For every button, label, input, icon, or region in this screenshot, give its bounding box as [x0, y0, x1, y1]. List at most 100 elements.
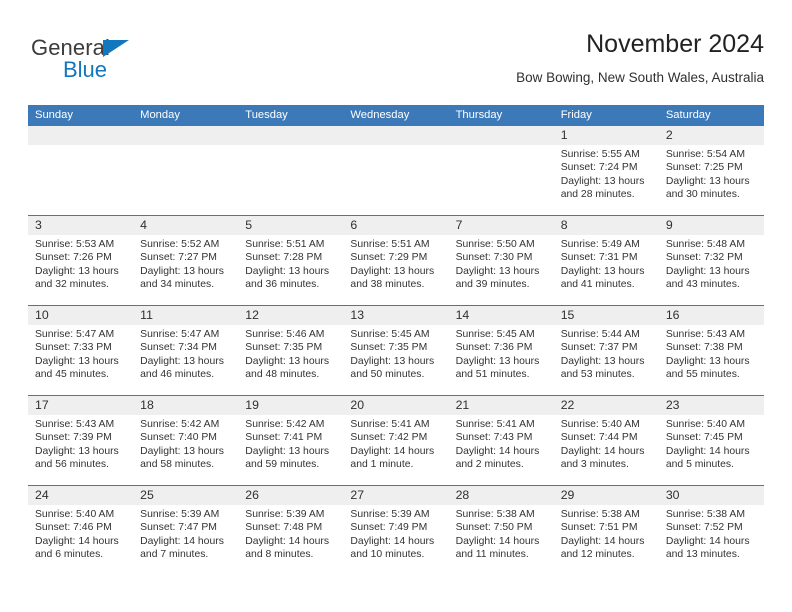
day-cell[interactable]: 7 Sunrise: 5:50 AM Sunset: 7:30 PM Dayli…: [449, 216, 554, 305]
weekday-monday: Monday: [140, 109, 180, 121]
calendar-week-row: 17 Sunrise: 5:43 AM Sunset: 7:39 PM Dayl…: [28, 395, 764, 485]
day-cell[interactable]: 25 Sunrise: 5:39 AM Sunset: 7:47 PM Dayl…: [133, 486, 238, 575]
sunrise-text: Sunrise: 5:49 AM: [560, 239, 640, 250]
page-header: General Blue November 2024 Bow Bowing, N…: [28, 28, 764, 96]
day-cell[interactable]: 19 Sunrise: 5:42 AM Sunset: 7:41 PM Dayl…: [238, 396, 343, 485]
day-cell[interactable]: [449, 126, 554, 215]
general-blue-logo[interactable]: General Blue: [31, 35, 191, 93]
sunset-text: Sunset: 7:48 PM: [245, 522, 323, 534]
day-cell[interactable]: 9 Sunrise: 5:48 AM Sunset: 7:32 PM Dayli…: [659, 216, 764, 305]
day-cell[interactable]: 29 Sunrise: 5:38 AM Sunset: 7:51 PM Dayl…: [554, 486, 659, 575]
day-cell[interactable]: [238, 126, 343, 215]
day-number: 15: [560, 308, 575, 322]
daylight-text: Daylight: 13 hours and 32 minutes.: [35, 265, 119, 291]
day-cell[interactable]: 2 Sunrise: 5:54 AM Sunset: 7:25 PM Dayli…: [659, 126, 764, 215]
day-number: 28: [455, 488, 470, 502]
day-number: 9: [665, 218, 673, 232]
day-details: Sunrise: 5:40 AM Sunset: 7:46 PM Dayligh…: [35, 508, 126, 562]
daylight-text: Daylight: 14 hours and 2 minutes.: [455, 445, 540, 471]
sunrise-text: Sunrise: 5:39 AM: [140, 509, 220, 520]
day-details: Sunrise: 5:51 AM Sunset: 7:28 PM Dayligh…: [245, 238, 336, 292]
day-cell[interactable]: 17 Sunrise: 5:43 AM Sunset: 7:39 PM Dayl…: [28, 396, 133, 485]
title-block: November 2024 Bow Bowing, New South Wale…: [516, 28, 764, 88]
day-cell[interactable]: 22 Sunrise: 5:40 AM Sunset: 7:44 PM Dayl…: [554, 396, 659, 485]
day-cell[interactable]: 26 Sunrise: 5:39 AM Sunset: 7:48 PM Dayl…: [238, 486, 343, 575]
day-cell[interactable]: 30 Sunrise: 5:38 AM Sunset: 7:52 PM Dayl…: [659, 486, 764, 575]
sunset-text: Sunset: 7:49 PM: [350, 522, 428, 534]
day-number: 26: [245, 488, 259, 502]
day-number: 18: [140, 398, 154, 412]
day-cell[interactable]: 13 Sunrise: 5:45 AM Sunset: 7:35 PM Dayl…: [343, 306, 448, 395]
logo-triangle-icon: [103, 40, 129, 57]
day-details: Sunrise: 5:39 AM Sunset: 7:48 PM Dayligh…: [245, 508, 336, 562]
daylight-text: Daylight: 14 hours and 3 minutes.: [560, 445, 645, 471]
day-number: 27: [350, 488, 365, 502]
day-cell[interactable]: 23 Sunrise: 5:40 AM Sunset: 7:45 PM Dayl…: [659, 396, 764, 485]
day-number: 22: [560, 398, 575, 412]
day-details: Sunrise: 5:53 AM Sunset: 7:26 PM Dayligh…: [35, 238, 126, 292]
sunrise-text: Sunrise: 5:45 AM: [455, 329, 535, 340]
day-number: 14: [455, 308, 470, 322]
sunset-text: Sunset: 7:26 PM: [35, 252, 112, 264]
sunset-text: Sunset: 7:36 PM: [455, 342, 533, 354]
sunset-text: Sunset: 7:39 PM: [35, 432, 112, 444]
day-cell[interactable]: 4 Sunrise: 5:52 AM Sunset: 7:27 PM Dayli…: [133, 216, 238, 305]
weekday-sunday: Sunday: [35, 109, 73, 121]
daylight-text: Daylight: 13 hours and 53 minutes.: [560, 355, 645, 381]
daylight-text: Daylight: 14 hours and 11 minutes.: [455, 535, 540, 561]
weekday-tuesday: Tuesday: [245, 109, 288, 121]
day-cell[interactable]: 10 Sunrise: 5:47 AM Sunset: 7:33 PM Dayl…: [28, 306, 133, 395]
day-details: Sunrise: 5:41 AM Sunset: 7:42 PM Dayligh…: [350, 418, 441, 472]
day-cell[interactable]: 18 Sunrise: 5:42 AM Sunset: 7:40 PM Dayl…: [133, 396, 238, 485]
day-cell[interactable]: 3 Sunrise: 5:53 AM Sunset: 7:26 PM Dayli…: [28, 216, 133, 305]
day-number: 7: [455, 218, 463, 232]
sunrise-text: Sunrise: 5:38 AM: [455, 509, 535, 520]
day-cell[interactable]: 1 Sunrise: 5:55 AM Sunset: 7:24 PM Dayli…: [554, 126, 659, 215]
day-cell[interactable]: 11 Sunrise: 5:47 AM Sunset: 7:34 PM Dayl…: [133, 306, 238, 395]
sunrise-text: Sunrise: 5:39 AM: [245, 509, 325, 520]
sunrise-text: Sunrise: 5:54 AM: [665, 149, 745, 160]
calendar-week-row: 24 Sunrise: 5:40 AM Sunset: 7:46 PM Dayl…: [28, 485, 764, 575]
sunset-text: Sunset: 7:43 PM: [455, 432, 533, 444]
day-cell[interactable]: 8 Sunrise: 5:49 AM Sunset: 7:31 PM Dayli…: [554, 216, 659, 305]
sunrise-text: Sunrise: 5:43 AM: [35, 419, 115, 430]
day-details: Sunrise: 5:44 AM Sunset: 7:37 PM Dayligh…: [561, 328, 652, 382]
day-cell[interactable]: 28 Sunrise: 5:38 AM Sunset: 7:50 PM Dayl…: [449, 486, 554, 575]
day-cell[interactable]: 5 Sunrise: 5:51 AM Sunset: 7:28 PM Dayli…: [238, 216, 343, 305]
sunset-text: Sunset: 7:51 PM: [560, 522, 638, 534]
calendar-page: General Blue November 2024 Bow Bowing, N…: [0, 0, 792, 612]
day-cell[interactable]: 27 Sunrise: 5:39 AM Sunset: 7:49 PM Dayl…: [343, 486, 448, 575]
sunrise-text: Sunrise: 5:47 AM: [35, 329, 115, 340]
sunset-text: Sunset: 7:41 PM: [245, 432, 323, 444]
sunrise-text: Sunrise: 5:55 AM: [560, 149, 640, 160]
daylight-text: Daylight: 13 hours and 45 minutes.: [35, 355, 119, 381]
sunset-text: Sunset: 7:44 PM: [560, 432, 638, 444]
daylight-text: Daylight: 13 hours and 58 minutes.: [140, 445, 224, 471]
sunset-text: Sunset: 7:34 PM: [140, 342, 217, 354]
day-cell[interactable]: [343, 126, 448, 215]
day-number: 8: [560, 218, 568, 232]
sunset-text: Sunset: 7:42 PM: [350, 432, 428, 444]
day-details: Sunrise: 5:42 AM Sunset: 7:40 PM Dayligh…: [140, 418, 231, 472]
day-cell[interactable]: 6 Sunrise: 5:51 AM Sunset: 7:29 PM Dayli…: [343, 216, 448, 305]
sunrise-text: Sunrise: 5:45 AM: [350, 329, 430, 340]
day-cell[interactable]: 24 Sunrise: 5:40 AM Sunset: 7:46 PM Dayl…: [28, 486, 133, 575]
sunrise-text: Sunrise: 5:42 AM: [245, 419, 325, 430]
day-cell[interactable]: [133, 126, 238, 215]
day-cell[interactable]: 16 Sunrise: 5:43 AM Sunset: 7:38 PM Dayl…: [659, 306, 764, 395]
day-number: 3: [35, 218, 42, 232]
day-cell[interactable]: 15 Sunrise: 5:44 AM Sunset: 7:37 PM Dayl…: [554, 306, 659, 395]
day-cell[interactable]: 12 Sunrise: 5:46 AM Sunset: 7:35 PM Dayl…: [238, 306, 343, 395]
day-cell[interactable]: 14 Sunrise: 5:45 AM Sunset: 7:36 PM Dayl…: [449, 306, 554, 395]
weekday-friday: Friday: [560, 109, 592, 121]
sunrise-text: Sunrise: 5:40 AM: [560, 419, 640, 430]
day-cell[interactable]: 21 Sunrise: 5:41 AM Sunset: 7:43 PM Dayl…: [449, 396, 554, 485]
daylight-text: Daylight: 13 hours and 46 minutes.: [140, 355, 224, 381]
day-cell[interactable]: 20 Sunrise: 5:41 AM Sunset: 7:42 PM Dayl…: [343, 396, 448, 485]
day-details: Sunrise: 5:54 AM Sunset: 7:25 PM Dayligh…: [666, 148, 757, 202]
sunset-text: Sunset: 7:25 PM: [665, 162, 743, 174]
sunrise-text: Sunrise: 5:41 AM: [455, 419, 535, 430]
day-cell[interactable]: [28, 126, 133, 215]
day-number: 25: [140, 488, 154, 502]
day-details: Sunrise: 5:48 AM Sunset: 7:32 PM Dayligh…: [666, 238, 757, 292]
